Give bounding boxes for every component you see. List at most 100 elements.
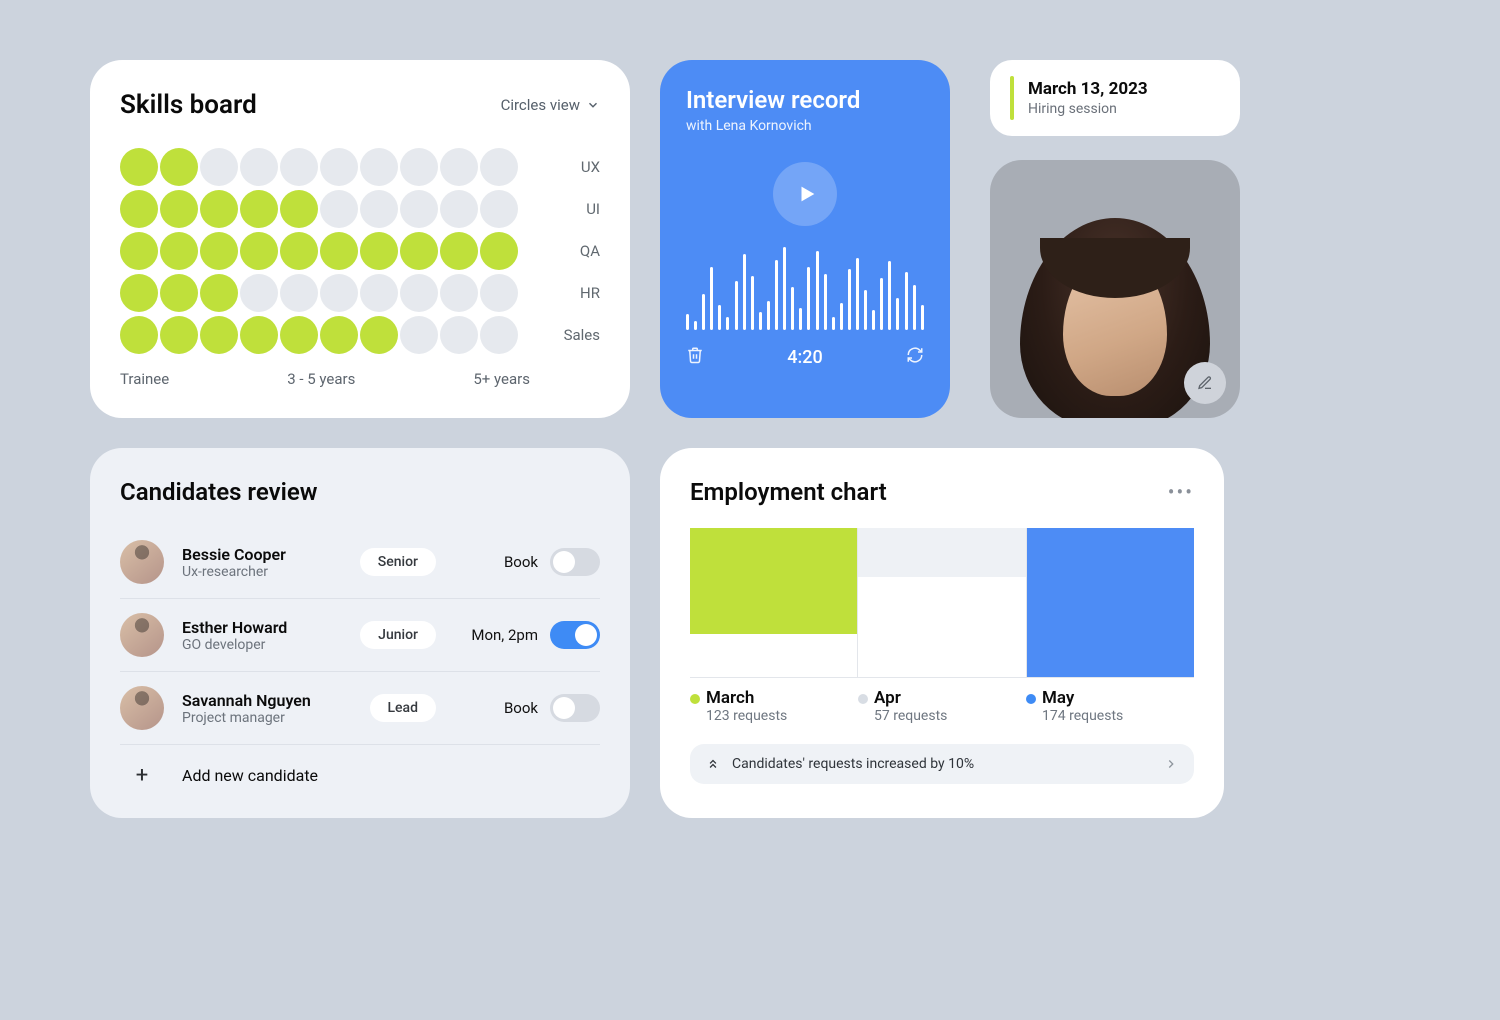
date-subtitle: Hiring session [1028,101,1148,117]
skill-dot [120,316,158,354]
employment-chart-title: Employment chart [690,478,887,506]
skill-dot [160,190,198,228]
skill-dot [320,148,358,186]
skill-dot [400,190,438,228]
candidate-role: Project manager [182,710,352,726]
employment-month-meta: Apr57 requests [858,688,1026,724]
waveform-bar [880,278,883,330]
chevron-down-icon [586,98,600,112]
date-title: March 13, 2023 [1028,79,1148,99]
skill-dot [200,316,238,354]
waveform-bar [872,310,875,330]
skill-dot [440,190,478,228]
skill-dot [440,274,478,312]
view-select[interactable]: Circles view [501,96,600,114]
skill-dot [440,148,478,186]
waveform-bar [816,251,819,330]
interview-record-card: Interview record with Lena Kornovich 4:2… [660,60,950,418]
level-pill[interactable]: Senior [360,548,436,576]
candidate-role: GO developer [182,637,342,653]
employment-chart-card: Employment chart ••• March123 requestsAp… [660,448,1224,818]
waveform-bar [718,305,721,330]
book-toggle[interactable] [550,548,600,576]
waveform-bar [799,308,802,330]
waveform-bar [735,281,738,331]
waveform-bar [743,254,746,331]
skill-dot [480,232,518,270]
book-label: Mon, 2pm [471,626,538,644]
date-chip[interactable]: March 13, 2023 Hiring session [990,60,1240,136]
skill-label: QA [544,242,600,260]
employment-banner[interactable]: Candidates' requests increased by 10% [690,744,1194,784]
book-toggle[interactable] [550,694,600,722]
chevron-right-icon [1164,757,1178,771]
skill-dot [240,316,278,354]
waveform-bar [807,267,810,330]
waveform-bar [921,305,924,330]
waveform-bar [775,260,778,330]
waveform-bar [896,298,899,330]
employment-bar-col [690,528,857,677]
skills-rows: UXUIQAHRSales [120,148,600,354]
skill-dot [280,148,318,186]
skill-dot [240,232,278,270]
skill-dot [280,232,318,270]
skill-dot [320,190,358,228]
skill-dot [160,316,198,354]
waveform-bar [751,276,754,330]
skill-dot [240,190,278,228]
pencil-icon [1197,375,1213,391]
waveform-bar [686,314,689,330]
interview-subtitle: with Lena Kornovich [686,118,924,134]
skill-dot [360,148,398,186]
skill-dot [200,190,238,228]
month-requests: 123 requests [706,708,858,724]
employment-month-meta: May174 requests [1026,688,1194,724]
add-candidate-label: Add new candidate [182,766,318,785]
skill-dot [320,232,358,270]
candidate-row: Savannah NguyenProject managerLeadBook [120,671,600,744]
candidate-role: Ux-researcher [182,564,342,580]
book-toggle[interactable] [550,621,600,649]
repeat-button[interactable] [906,346,924,368]
employment-bar [858,528,1025,577]
trash-icon [686,346,704,364]
skill-dot [360,232,398,270]
employment-meta: March123 requestsApr57 requestsMay174 re… [690,688,1194,724]
waveform[interactable] [686,240,924,330]
delete-button[interactable] [686,346,704,368]
skill-row: QA [120,232,600,270]
edit-photo-button[interactable] [1184,362,1226,404]
book-label: Book [504,553,538,571]
month-requests: 174 requests [1042,708,1194,724]
waveform-bar [856,258,859,330]
waveform-bar [905,272,908,331]
accent-bar [1010,76,1014,120]
skill-dot [360,316,398,354]
skill-dot [120,232,158,270]
level-pill[interactable]: Junior [360,621,436,649]
waveform-bar [888,261,891,330]
candidate-name: Bessie Cooper [182,545,342,564]
play-button[interactable] [773,162,837,226]
level-pill[interactable]: Lead [370,694,437,722]
skill-dot [400,232,438,270]
candidates-review-card: Candidates review Bessie CooperUx-resear… [90,448,630,818]
waveform-bar [726,317,729,330]
double-chevron-up-icon [706,757,720,771]
skill-dot [400,148,438,186]
skill-dot [360,274,398,312]
waveform-bar [840,303,843,330]
more-button[interactable]: ••• [1168,480,1194,504]
skill-dot [120,190,158,228]
skills-board-title: Skills board [120,90,257,120]
month-name: Apr [874,688,1026,708]
skill-dot [480,274,518,312]
candidate-row: Esther HowardGO developerJuniorMon, 2pm [120,598,600,671]
candidate-name: Savannah Nguyen [182,691,352,710]
candidate-avatar [120,686,164,730]
add-candidate-button[interactable]: + Add new candidate [120,744,600,788]
view-select-label: Circles view [501,96,580,114]
employment-month-meta: March123 requests [690,688,858,724]
skill-label: UX [544,158,600,176]
